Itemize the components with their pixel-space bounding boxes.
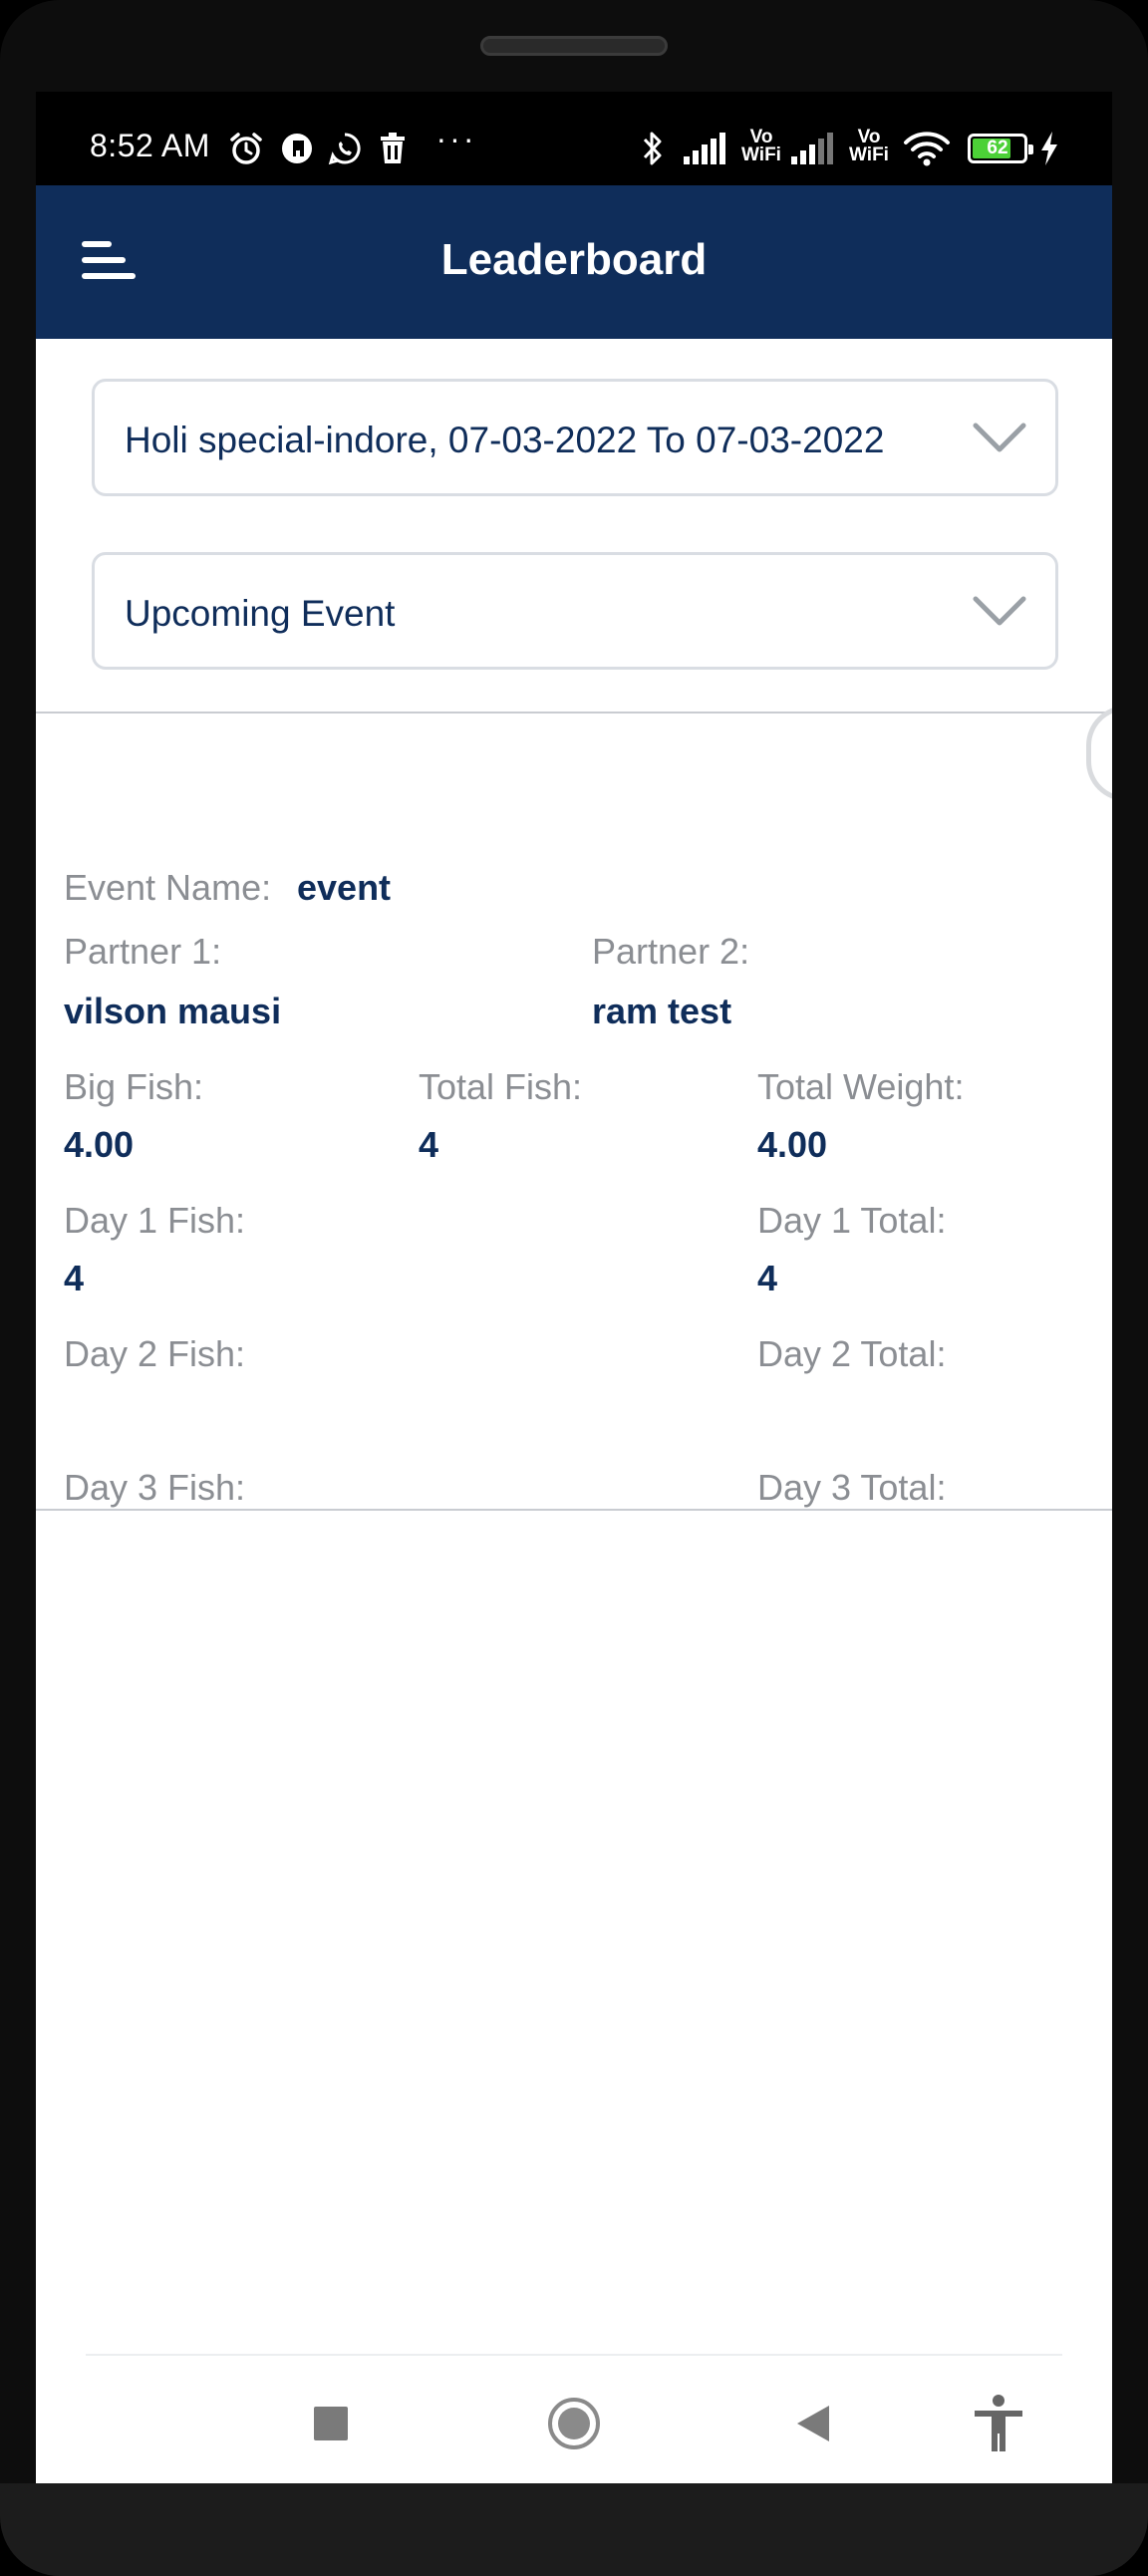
nav-bar-separator <box>86 2354 1062 2356</box>
vowifi-bottom-label: WiFi <box>849 144 889 165</box>
partner2-label: Partner 2: <box>592 931 750 972</box>
back-button[interactable] <box>773 2384 853 2463</box>
more-notifications: ··· <box>435 120 477 156</box>
status-time: 8:52 AM <box>90 128 210 163</box>
total-fish-label: Total Fish: <box>419 1066 583 1107</box>
vowifi-indicator: Vo WiFi <box>847 128 891 165</box>
page-title: Leaderboard <box>440 235 708 284</box>
day2-fish-label: Day 2 Fish: <box>64 1333 246 1374</box>
partner2-value: ram test <box>592 991 732 1031</box>
day1-fish-label: Day 1 Fish: <box>64 1200 246 1241</box>
whatsapp-icon <box>327 132 363 165</box>
wifi-icon <box>901 132 953 166</box>
partner1-value: vilson mausi <box>64 991 282 1031</box>
big-fish-value: 4.00 <box>64 1124 135 1165</box>
signal-icon <box>684 132 731 165</box>
day3-fish-label: Day 3 Fish: <box>64 1467 246 1508</box>
phone-screen: 8:52 AM ··· Vo WiFi Vo WiFi 62 Leaderboa… <box>36 92 1112 2483</box>
chevron-down-icon <box>973 423 1026 452</box>
day2-total-label: Day 2 Total: <box>757 1333 947 1374</box>
p-app-icon <box>279 132 315 165</box>
event-type-selected-value: Upcoming Event <box>125 593 396 634</box>
device-frame: 8:52 AM ··· Vo WiFi Vo WiFi 62 Leaderboa… <box>0 0 1148 2576</box>
tournament-selected-value: Holi special-indore, 07-03-2022 To 07-03… <box>125 420 885 460</box>
home-button[interactable] <box>534 2384 614 2463</box>
trash-icon <box>377 132 409 165</box>
total-weight-label: Total Weight: <box>757 1066 965 1107</box>
event-name-label: Event Name: <box>64 867 272 908</box>
event-name-value: event <box>297 867 392 908</box>
signal-icon <box>791 132 839 165</box>
partner1-label: Partner 1: <box>64 931 222 972</box>
app-bar: Leaderboard <box>36 185 1112 339</box>
tournament-dropdown[interactable]: Holi special-indore, 07-03-2022 To 07-03… <box>92 379 1058 496</box>
accessibility-button[interactable] <box>959 2384 1038 2463</box>
back-icon <box>797 2406 829 2441</box>
day1-total-label: Day 1 Total: <box>757 1200 947 1241</box>
device-bottom-bezel <box>0 2483 1148 2576</box>
recent-apps-button[interactable] <box>291 2384 371 2463</box>
charging-icon <box>1036 132 1062 165</box>
home-icon <box>548 2398 600 2449</box>
battery-icon: 62 <box>963 132 1033 165</box>
divider <box>36 712 1112 714</box>
event-type-dropdown[interactable]: Upcoming Event <box>92 552 1058 670</box>
day1-fish-value: 4 <box>64 1258 85 1298</box>
total-weight-value: 4.00 <box>757 1124 828 1165</box>
leaderboard-entry: Event Name: event Partner 1: vilson maus… <box>36 716 1112 1509</box>
bluetooth-icon <box>638 132 668 165</box>
day3-total-label: Day 3 Total: <box>757 1467 947 1508</box>
status-bar: 8:52 AM ··· Vo WiFi Vo WiFi 62 <box>36 92 1112 185</box>
vowifi-bottom-label: WiFi <box>741 144 781 165</box>
chevron-down-icon <box>973 596 1026 626</box>
day1-total-value: 4 <box>757 1258 778 1298</box>
total-fish-value: 4 <box>419 1124 439 1165</box>
divider <box>36 1509 1112 1511</box>
accessibility-icon <box>975 2395 1022 2451</box>
speaker-grille <box>480 36 668 56</box>
recent-apps-icon <box>314 2407 348 2440</box>
vowifi-indicator: Vo WiFi <box>739 128 783 165</box>
battery-level: 62 <box>987 138 1008 158</box>
alarm-icon <box>227 132 265 165</box>
big-fish-label: Big Fish: <box>64 1066 204 1107</box>
